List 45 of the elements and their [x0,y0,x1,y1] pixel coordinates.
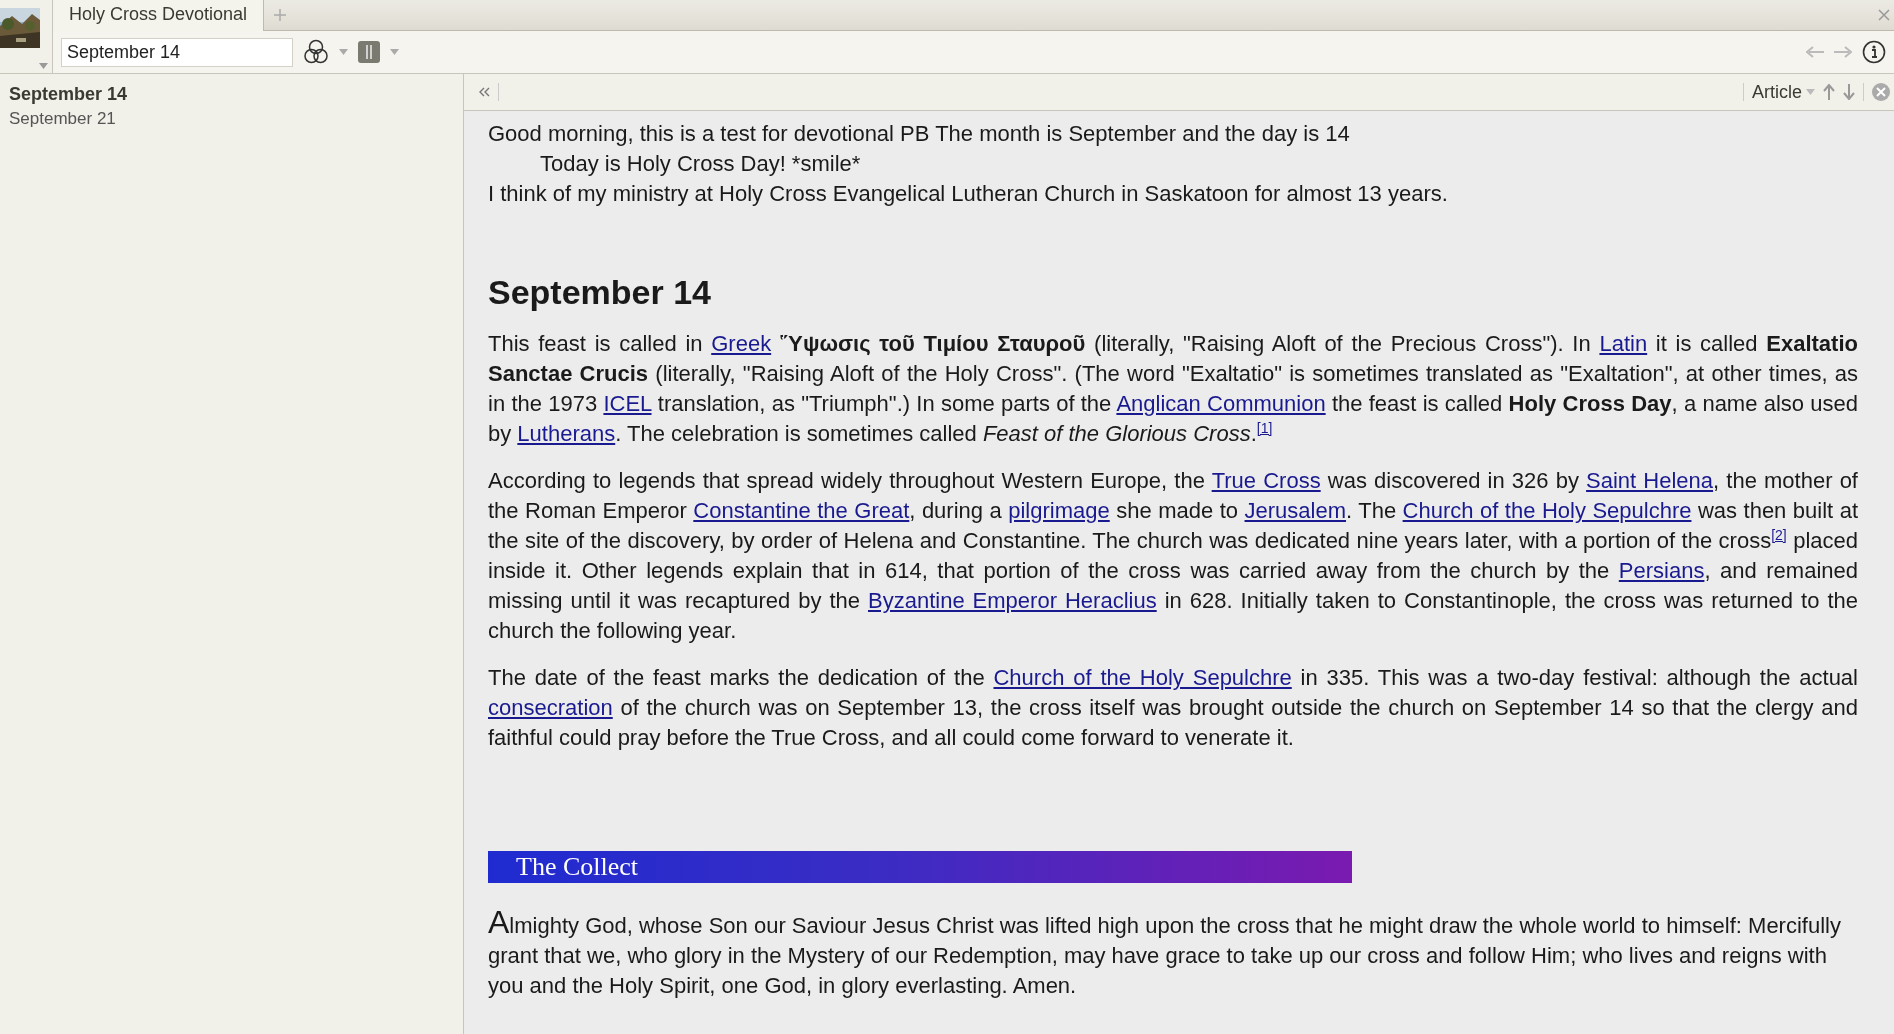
collapse-icon[interactable] [478,87,490,97]
link[interactable]: Anglican Communion [1116,391,1326,416]
footnote-link[interactable]: [2] [1771,526,1787,543]
collect-text: Almighty God, whose Son our Saviour Jesus Christ was lifted high upon the cross that he might draw the whole world to himself: Mercifully grant that we, who glory in the Mystery of our Redemption, may have grace to take up our cross and follow Him; who lives and reigns with you and the Holy Spirit, one God, in glory everlasting. Amen. [488,907,1842,1000]
view-dropdown[interactable]: Article [1752,81,1815,103]
paragraph: According to legends that spread widely throughout Western Europe, the True Cross was discovered in 326 by Saint Helena, the mother of the Roman Emperor Constantine the Great, during a pilgrimage she made to Jerusalem. The Church of the Holy Sepulchre was then built at the site of the discovery, by order of Helena and Constantine. The church was dedicated nine years later, with a portion of the cross$^{[2]}$ placed inside it. Other legends explain that in 614, that portion of the cross was carried away from the church by the Persians, and remained missing until it was recaptured by the Byzantine Emperor Heraclius in 628. Initially taken to Constantinople, the cross was returned to the church the following year. [488,467,1858,645]
sidebar-item[interactable]: September 14 [9,84,463,105]
link[interactable]: Persians [1618,558,1705,583]
sidebar-item[interactable]: September 21 [9,109,463,129]
link[interactable]: Latin [1599,331,1648,356]
link[interactable]: Church of the Holy Sepulchre [993,665,1292,690]
link[interactable]: Lutherans [517,421,616,446]
paragraph: This feast is called in Greek Ὕψωσις τοῦ Τιμίου Σταυροῦ (literally, "Raising Aloft of the Precious Cross"). In Latin it is called Exaltatio Sanctae Crucis (literally, "Raising Aloft of the Holy Cross". (The word "Exaltatio" is sometimes translated as "Exaltation", at other times, as in the 1973 ICEL translation, as "Triumph".) In some parts of the Anglican Communion the feast is called Holy Cross Day, a name also used by Lutherans. The celebration is sometimes called Feast of the Glorious Cross.$^{[1]}$ [488,330,1858,448]
caret-icon[interactable] [1806,89,1815,95]
close-icon[interactable] [1872,83,1890,101]
info-icon[interactable] [1862,40,1886,64]
caret-icon[interactable] [39,63,48,69]
add-tab-icon[interactable] [274,9,287,21]
reference-field[interactable]: September 14 [61,37,293,67]
close-icon[interactable] [1878,9,1890,21]
rings-icon[interactable] [303,39,329,65]
link[interactable]: Church of the Holy Sepulchre [1402,498,1692,523]
intro-text: Good morning, this is a test for devotional PB The month is September and the day is 14 [488,120,1351,148]
tab[interactable]: Holy Cross Devotional [53,0,265,31]
down-arrow-icon[interactable] [1843,84,1855,100]
intro-text: Today is Holy Cross Day! *smile* [539,150,862,178]
intro-text: I think of my ministry at Holy Cross Evangelical Lutheran Church in Saskatoon for almost 13 years. [488,180,1449,208]
link[interactable]: True Cross [1211,468,1321,493]
paragraph: The date of the feast marks the dedication of the Church of the Holy Sepulchre in 335. This was a two-day festival: although the actual consecration of the church was on September 13, the cross itself was brought outside the church on September 14 so that the clergy and faithful could pray before the True Cross, and all could come forward to venerate it. [488,664,1858,752]
caret-icon[interactable] [390,49,399,55]
link[interactable]: Constantine the Great [693,498,910,523]
link[interactable]: Saint Helena [1586,468,1714,493]
link[interactable]: Greek [711,331,772,356]
section-banner: The Collect [488,851,1352,883]
link[interactable]: Byzantine Emperor Heraclius [868,588,1157,613]
up-arrow-icon[interactable] [1823,84,1835,100]
caret-icon[interactable] [339,49,348,55]
link[interactable]: ICEL [603,391,652,416]
link[interactable]: Jerusalem [1244,498,1346,523]
link[interactable]: consecration [488,695,613,720]
columns-icon[interactable] [358,41,380,63]
footnote-link[interactable]: [1] [1256,419,1273,436]
link[interactable]: pilgrimage [1008,498,1110,523]
forward-arrow-icon[interactable] [1834,46,1852,58]
back-arrow-icon[interactable] [1806,46,1824,58]
